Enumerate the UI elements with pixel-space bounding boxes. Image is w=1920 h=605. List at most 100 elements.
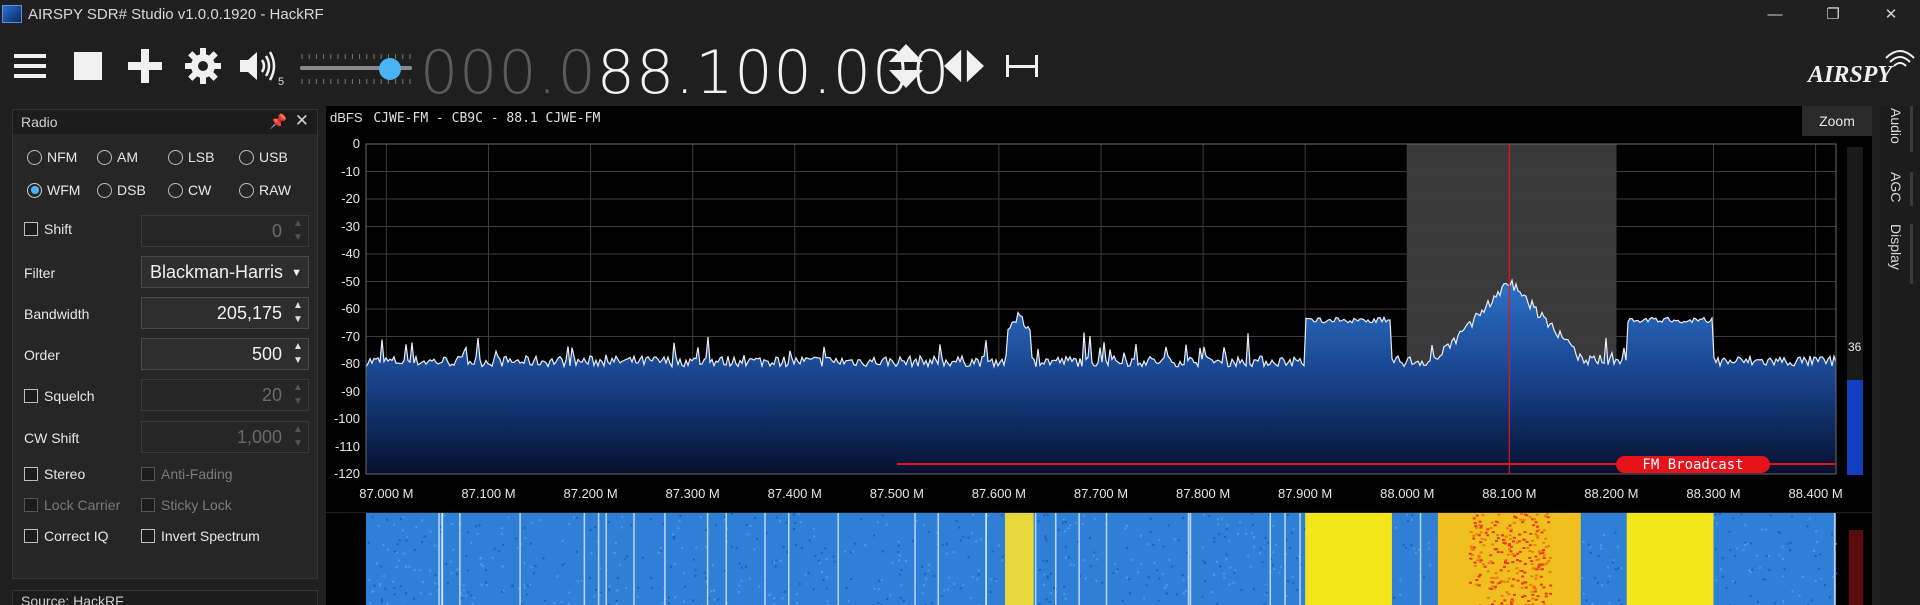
waterfall-noise xyxy=(433,544,436,547)
volume-slider-knob[interactable] xyxy=(379,58,401,80)
waterfall-carrier-line xyxy=(985,513,987,605)
tab-audio[interactable]: Audio xyxy=(1888,108,1904,144)
waterfall-hot-spot xyxy=(1472,548,1476,551)
spinner-icon[interactable]: ▲ ▼ xyxy=(291,300,305,326)
waterfall-noise xyxy=(1081,523,1084,526)
maximize-button[interactable]: ❐ xyxy=(1804,0,1862,28)
waterfall-noise xyxy=(1101,581,1104,584)
waterfall-noise xyxy=(1783,568,1786,571)
mode-nfm-radio[interactable]: NFM xyxy=(27,149,77,165)
waterfall-noise xyxy=(1164,587,1167,590)
waterfall-display[interactable] xyxy=(326,513,1872,605)
waterfall-noise xyxy=(975,540,978,543)
checkbox-box xyxy=(24,389,38,403)
waterfall-hot-spot xyxy=(1540,568,1544,571)
shift-input[interactable]: 0 ▲ ▼ xyxy=(141,215,309,247)
waterfall-noise xyxy=(415,525,418,528)
close-button[interactable]: ✕ xyxy=(1862,0,1920,28)
spectrum-plot[interactable] xyxy=(326,106,1872,512)
correct-iq-checkbox[interactable]: Correct IQ xyxy=(24,528,109,544)
waterfall-noise xyxy=(792,513,795,516)
settings-icon[interactable] xyxy=(183,46,223,86)
menu-icon[interactable] xyxy=(10,46,50,86)
mode-dsb-radio[interactable]: DSB xyxy=(97,182,146,198)
waterfall-noise xyxy=(699,516,702,519)
waterfall-hot-spot xyxy=(1509,530,1513,533)
tune-left-right-icon[interactable] xyxy=(944,46,984,86)
tab-agc[interactable]: AGC xyxy=(1888,172,1904,202)
mode-cw-radio[interactable]: CW xyxy=(168,182,211,198)
waterfall-hot-spot xyxy=(1522,547,1526,550)
mode-usb-radio[interactable]: USB xyxy=(239,149,288,165)
stereo-checkbox[interactable]: Stereo xyxy=(24,466,85,482)
waterfall-noise xyxy=(367,541,370,544)
checkbox-box xyxy=(24,529,38,543)
waterfall-noise xyxy=(650,576,653,579)
span-icon[interactable] xyxy=(1002,46,1042,86)
waterfall-hot-spot xyxy=(1489,527,1493,530)
spectrum-analyzer[interactable]: dBFS CJWE-FM - CB9C - 88.1 CJWE-FM Zoom … xyxy=(326,106,1872,512)
lock-carrier-checkbox[interactable]: Lock Carrier xyxy=(24,497,120,513)
waterfall-noise xyxy=(1617,567,1620,570)
volume-icon[interactable] xyxy=(238,46,278,86)
spinner-icon[interactable]: ▲ ▼ xyxy=(291,341,305,367)
waterfall-plot[interactable] xyxy=(326,513,1872,605)
tune-up-down-icon[interactable] xyxy=(886,44,926,88)
waterfall-noise xyxy=(1252,587,1255,590)
order-input[interactable]: 500 ▲ ▼ xyxy=(141,338,309,370)
mode-lsb-radio[interactable]: LSB xyxy=(168,149,214,165)
waterfall-noise xyxy=(456,568,459,571)
bandwidth-label: Bandwidth xyxy=(24,306,90,322)
waterfall-noise xyxy=(781,597,784,600)
band-label[interactable]: FM Broadcast xyxy=(1616,456,1770,473)
waterfall-hot-spot xyxy=(1495,576,1499,579)
sticky-lock-checkbox[interactable]: Sticky Lock xyxy=(141,497,232,513)
mode-am-radio[interactable]: AM xyxy=(97,149,138,165)
waterfall-carrier-line xyxy=(633,513,635,605)
source-panel-header[interactable]: Source: HackRF xyxy=(12,590,318,605)
pin-icon[interactable]: 📌 xyxy=(270,113,287,130)
waterfall-noise xyxy=(987,514,990,517)
anti-fading-checkbox[interactable]: Anti-Fading xyxy=(141,466,233,482)
waterfall-noise xyxy=(673,535,676,538)
waterfall-noise xyxy=(1226,524,1229,527)
tab-display[interactable]: Display xyxy=(1888,224,1904,270)
waterfall-hot-spot xyxy=(1545,562,1549,565)
waterfall-carrier-line xyxy=(764,513,766,605)
shift-checkbox[interactable]: Shift xyxy=(24,221,72,237)
frequency-display[interactable]: 000.088.100.000 xyxy=(420,38,950,108)
waterfall-noise xyxy=(530,521,533,524)
waterfall-station-87-6 xyxy=(1005,513,1034,605)
waterfall-noise xyxy=(1182,578,1185,581)
waterfall-noise xyxy=(1600,547,1603,550)
waterfall-noise xyxy=(572,516,575,519)
waterfall-hot-spot xyxy=(1472,534,1476,537)
bandwidth-input[interactable]: 205,175 ▲ ▼ xyxy=(141,297,309,329)
spinner-icon[interactable]: ▲ ▼ xyxy=(291,218,305,244)
waterfall-noise xyxy=(1402,544,1405,547)
mode-wfm-radio[interactable]: WFM xyxy=(27,182,80,198)
spinner-icon[interactable]: ▲ ▼ xyxy=(291,382,305,408)
waterfall-noise xyxy=(560,600,563,603)
minimize-button[interactable]: — xyxy=(1746,0,1804,28)
panel-close-icon[interactable]: ✕ xyxy=(295,111,309,131)
mode-raw-radio[interactable]: RAW xyxy=(239,182,291,198)
waterfall-hot-spot xyxy=(1473,561,1477,564)
add-icon[interactable] xyxy=(125,46,165,86)
waterfall-noise xyxy=(593,595,596,598)
stop-icon[interactable] xyxy=(68,46,108,86)
waterfall-hot-spot xyxy=(1496,551,1500,554)
squelch-checkbox[interactable]: Squelch xyxy=(24,388,95,404)
signal-level-meter xyxy=(1847,147,1863,475)
window-title: AIRSPY SDR# Studio v1.0.0.1920 - HackRF xyxy=(28,5,324,23)
waterfall-digital-band xyxy=(1305,513,1392,605)
cw-shift-input[interactable]: 1,000 ▲ ▼ xyxy=(141,421,309,453)
checkbox-box xyxy=(141,529,155,543)
waterfall-hot-spot xyxy=(1516,579,1520,582)
filter-select[interactable]: Blackman-Harris ▼ xyxy=(141,256,309,288)
squelch-input[interactable]: 20 ▲ ▼ xyxy=(141,379,309,411)
spinner-icon[interactable]: ▲ ▼ xyxy=(291,424,305,450)
waterfall-noise xyxy=(1202,513,1205,516)
frequency-tick-label: 88.000 M xyxy=(1380,486,1435,501)
invert-spectrum-checkbox[interactable]: Invert Spectrum xyxy=(141,528,260,544)
